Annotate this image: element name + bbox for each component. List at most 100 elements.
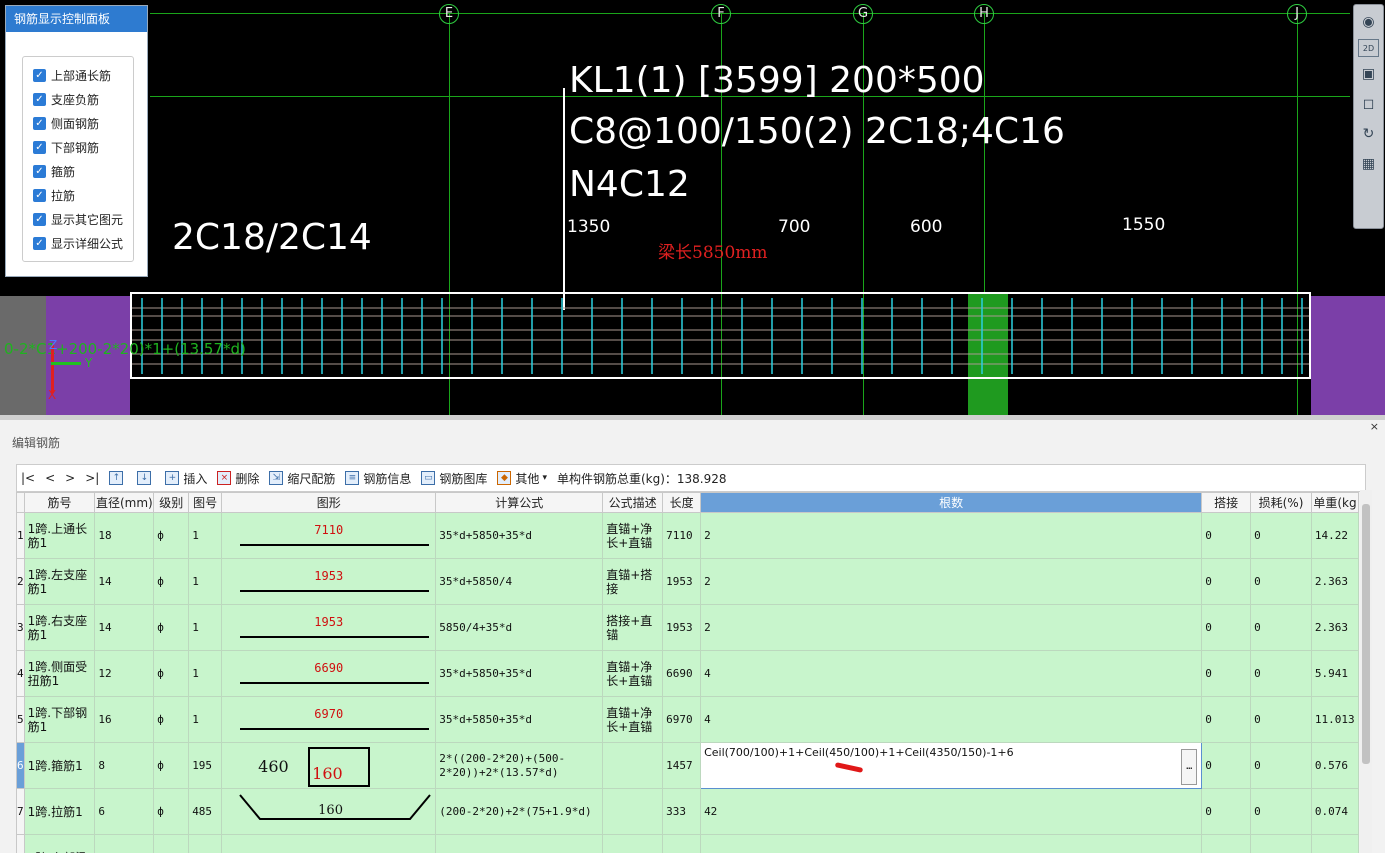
cell-loss[interactable] <box>1250 834 1312 853</box>
scrollbar-thumb[interactable] <box>1362 504 1370 764</box>
table-row[interactable]: 5 1跨.下部钢筋1 16 ф 1 6970 35*d+5850+35*d 直锚… <box>16 696 1359 743</box>
cell-formula[interactable] <box>435 834 604 853</box>
cell-unit-weight[interactable]: 2.363 <box>1310 558 1359 605</box>
cell-lap[interactable]: 0 <box>1201 604 1252 651</box>
header-count[interactable]: 根数 <box>700 492 1203 513</box>
checkbox-checked-icon[interactable]: ✓ <box>33 68 46 82</box>
cell-shape[interactable]: 6690 <box>221 650 437 697</box>
cell-formula-desc[interactable]: 直锚+净长+直锚 <box>602 696 664 743</box>
cell-count[interactable] <box>700 834 1203 853</box>
cell-loss[interactable]: 0 <box>1250 604 1312 651</box>
cell-formula-desc[interactable] <box>602 742 664 789</box>
cell-lap[interactable]: 0 <box>1201 558 1252 605</box>
row-index[interactable]: 3 <box>16 604 25 651</box>
row-index[interactable]: 7 <box>16 788 25 835</box>
cell-diameter[interactable]: 16 <box>94 696 155 743</box>
cell-figure-no[interactable]: 1 <box>188 512 223 559</box>
cell-formula[interactable]: 5850/4+35*d <box>435 604 604 651</box>
cube-view-icon[interactable]: ▣ <box>1355 61 1382 87</box>
cell-loss[interactable]: 0 <box>1250 558 1312 605</box>
cell-unit-weight[interactable]: 14.22 <box>1310 512 1359 559</box>
cell-diameter[interactable]: 8 <box>94 742 155 789</box>
table-row[interactable]: 8 1跨.上部梁 <box>16 834 1359 853</box>
cell-formula[interactable]: 35*d+5850+35*d <box>435 696 604 743</box>
cell-formula-desc[interactable]: 直锚+搭接 <box>602 558 664 605</box>
cell-diameter[interactable]: 6 <box>94 788 155 835</box>
cell-figure-no[interactable]: 1 <box>188 696 223 743</box>
table-row[interactable]: 3 1跨.右支座筋1 14 ф 1 1953 5850/4+35*d 搭接+直锚… <box>16 604 1359 651</box>
option-bottom-bar[interactable]: ✓ 下部钢筋 <box>23 135 133 159</box>
cell-diameter[interactable]: 14 <box>94 558 155 605</box>
rebar-library-button[interactable]: ▭ 钢筋图库 <box>421 470 487 487</box>
option-support-bar[interactable]: ✓ 支座负筋 <box>23 87 133 111</box>
cell-unit-weight[interactable] <box>1310 834 1359 853</box>
table-row[interactable]: 1 1跨.上通长筋1 18 ф 1 7110 35*d+5850+35*d 直锚… <box>16 512 1359 559</box>
checkbox-checked-icon[interactable]: ✓ <box>33 92 46 106</box>
cell-formula[interactable]: 35*d+5850+35*d <box>435 650 604 697</box>
option-stirrup[interactable]: ✓ 箍筋 <box>23 159 133 183</box>
other-menu-button[interactable]: ◆ 其他 ▾ <box>497 470 547 487</box>
rotate-icon[interactable]: ↻ <box>1355 121 1382 147</box>
cell-length[interactable]: 6690 <box>662 650 702 697</box>
cell-formula[interactable]: 2*((200-2*20)+(500-2*20))+2*(13.57*d) <box>435 742 604 789</box>
cell-length[interactable]: 6970 <box>662 696 702 743</box>
cell-count[interactable]: 2 <box>700 604 1203 651</box>
option-other-elements[interactable]: ✓ 显示其它图元 <box>23 207 133 231</box>
cell-length[interactable]: 1457 <box>662 742 702 789</box>
checkbox-checked-icon[interactable]: ✓ <box>33 140 46 154</box>
cell-unit-weight[interactable]: 2.363 <box>1310 604 1359 651</box>
row-index[interactable]: 4 <box>16 650 25 697</box>
orbit-icon[interactable]: ◉ <box>1355 9 1382 35</box>
option-detailed-formula[interactable]: ✓ 显示详细公式 <box>23 231 133 255</box>
close-icon[interactable]: × <box>1370 420 1379 433</box>
cell-shape[interactable]: 7110 <box>221 512 437 559</box>
scale-rebar-button[interactable]: ⇲ 缩尺配筋 <box>269 470 335 487</box>
cell-unit-weight[interactable]: 11.013 <box>1310 696 1359 743</box>
cell-length[interactable]: 1953 <box>662 558 702 605</box>
move-down-button[interactable]: ↓ <box>137 471 155 485</box>
row-index[interactable]: 2 <box>16 558 25 605</box>
cell-unit-weight[interactable]: 5.941 <box>1310 650 1359 697</box>
count-input-text[interactable]: Ceil(700/100)+1+Ceil(450/100)+1+Ceil(435… <box>704 746 1014 759</box>
cell-bar-no[interactable]: 1跨.上部梁 <box>23 834 96 853</box>
cell-bar-no[interactable]: 1跨.上通长筋1 <box>23 512 96 559</box>
cell-bar-no[interactable]: 1跨.侧面受扭筋1 <box>23 650 96 697</box>
cell-lap[interactable]: 0 <box>1201 788 1252 835</box>
row-index[interactable]: 5 <box>16 696 25 743</box>
header-figure-no[interactable]: 图号 <box>188 492 223 513</box>
drawing-viewport[interactable]: E F G H J KL1(1) [3599] 200*500 C8@100/1… <box>0 0 1385 415</box>
cell-diameter[interactable]: 12 <box>94 650 155 697</box>
nav-prev-button[interactable]: < <box>45 471 55 485</box>
cell-shape[interactable] <box>221 834 437 853</box>
cell-grade[interactable]: ф <box>153 558 190 605</box>
cell-bar-no[interactable]: 1跨.拉筋1 <box>23 788 96 835</box>
cell-count[interactable]: 2 <box>700 558 1203 605</box>
header-shape[interactable]: 图形 <box>221 492 437 513</box>
cell-formula-desc[interactable] <box>602 788 664 835</box>
cell-formula[interactable]: 35*d+5850/4 <box>435 558 604 605</box>
table-row[interactable]: 7 1跨.拉筋1 6 ф 485 160 (200-2*20)+2*(75+1.… <box>16 788 1359 835</box>
cell-lap[interactable]: 0 <box>1201 742 1252 789</box>
row-index[interactable]: 1 <box>16 512 25 559</box>
cell-formula-desc[interactable]: 直锚+净长+直锚 <box>602 512 664 559</box>
header-length[interactable]: 长度 <box>662 492 702 513</box>
header-loss[interactable]: 损耗(%) <box>1250 492 1312 513</box>
cell-shape[interactable]: 160 <box>221 788 437 835</box>
cell-grade[interactable] <box>153 834 190 853</box>
cell-diameter[interactable]: 18 <box>94 512 155 559</box>
cell-diameter[interactable]: 14 <box>94 604 155 651</box>
insert-button[interactable]: + 插入 <box>165 470 207 487</box>
cell-loss[interactable]: 0 <box>1250 742 1312 789</box>
checkbox-checked-icon[interactable]: ✓ <box>33 236 46 250</box>
cell-shape[interactable]: 6970 <box>221 696 437 743</box>
cell-lap[interactable] <box>1201 834 1252 853</box>
count-input[interactable]: Ceil(700/100)+1+Ceil(450/100)+1+Ceil(435… <box>700 742 1203 789</box>
row-index[interactable]: 6 <box>16 742 25 789</box>
header-lap[interactable]: 搭接 <box>1201 492 1252 513</box>
cell-lap[interactable]: 0 <box>1201 696 1252 743</box>
cell-loss[interactable]: 0 <box>1250 696 1312 743</box>
move-up-button[interactable]: ↑ <box>109 471 127 485</box>
cell-count[interactable]: 2 <box>700 512 1203 559</box>
checkbox-checked-icon[interactable]: ✓ <box>33 116 46 130</box>
header-unit-weight[interactable]: 单重(kg <box>1310 492 1359 513</box>
